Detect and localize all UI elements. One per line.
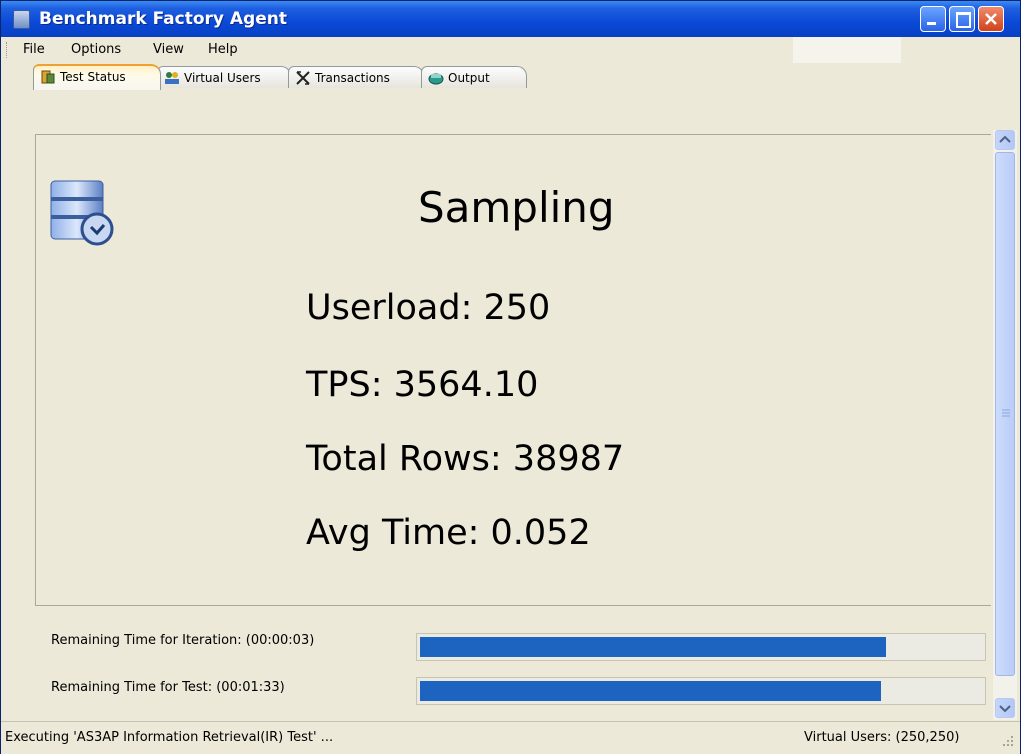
scroll-thumb[interactable] xyxy=(995,152,1015,676)
menu-help[interactable]: Help xyxy=(208,42,238,57)
output-icon xyxy=(428,73,444,85)
tab-label: Output xyxy=(448,71,490,85)
menu-bar-spacer xyxy=(793,37,901,63)
maximize-icon xyxy=(956,12,971,28)
tab-label: Transactions xyxy=(315,71,390,85)
virtual-users-status: Virtual Users: (250,250) xyxy=(804,730,960,745)
minimize-button[interactable] xyxy=(920,6,946,32)
window-title: Benchmark Factory Agent xyxy=(39,9,288,29)
app-window: Benchmark Factory Agent File Options Vie… xyxy=(0,0,1021,754)
test-state-heading: Sampling xyxy=(418,183,615,232)
minimize-icon xyxy=(927,22,936,25)
tab-strip: Test Status Virtual Users Transactions O… xyxy=(1,63,1020,90)
scroll-down-button[interactable] xyxy=(995,698,1015,718)
chevron-down-icon xyxy=(999,705,1011,713)
tps-value: TPS: 3564.10 xyxy=(306,365,539,405)
tab-transactions[interactable]: Transactions xyxy=(288,66,424,88)
tab-virtual-users[interactable]: Virtual Users xyxy=(157,66,291,88)
test-status-icon xyxy=(41,70,55,84)
menu-bar: File Options View Help xyxy=(1,37,1020,63)
status-message: Executing 'AS3AP Information Retrieval(I… xyxy=(5,730,334,745)
resize-grip-icon[interactable] xyxy=(1001,734,1015,748)
scroll-up-button[interactable] xyxy=(995,130,1015,150)
test-progress-bar xyxy=(416,677,986,705)
title-bar[interactable]: Benchmark Factory Agent xyxy=(1,1,1020,37)
menu-options[interactable]: Options xyxy=(71,42,121,57)
tab-test-status[interactable]: Test Status xyxy=(33,64,161,90)
maximize-button[interactable] xyxy=(949,6,975,32)
test-time-label: Remaining Time for Test: (00:01:33) xyxy=(51,680,285,695)
app-icon xyxy=(13,10,30,29)
test-progress-fill xyxy=(420,681,881,701)
menu-file[interactable]: File xyxy=(23,42,45,57)
chevron-up-icon xyxy=(999,135,1011,143)
tab-label: Virtual Users xyxy=(184,71,261,85)
iteration-progress-bar xyxy=(416,633,986,661)
close-button[interactable] xyxy=(978,6,1004,32)
iteration-time-label: Remaining Time for Iteration: (00:00:03) xyxy=(51,633,315,648)
tab-label: Test Status xyxy=(60,70,126,84)
menu-grip xyxy=(6,42,10,58)
iteration-progress-fill xyxy=(420,637,886,657)
virtual-users-icon xyxy=(165,72,179,84)
close-icon xyxy=(985,13,997,25)
menu-view[interactable]: View xyxy=(153,42,184,57)
vertical-scrollbar[interactable] xyxy=(993,130,1017,720)
status-bar: Executing 'AS3AP Information Retrieval(I… xyxy=(1,721,1020,754)
total-rows-value: Total Rows: 38987 xyxy=(306,439,625,479)
database-clock-icon xyxy=(50,180,114,246)
avg-time-value: Avg Time: 0.052 xyxy=(306,513,591,553)
tab-output[interactable]: Output xyxy=(421,66,527,88)
userload-value: Userload: 250 xyxy=(306,288,551,328)
thumb-grip-icon xyxy=(1002,409,1010,417)
transactions-icon xyxy=(296,71,310,85)
